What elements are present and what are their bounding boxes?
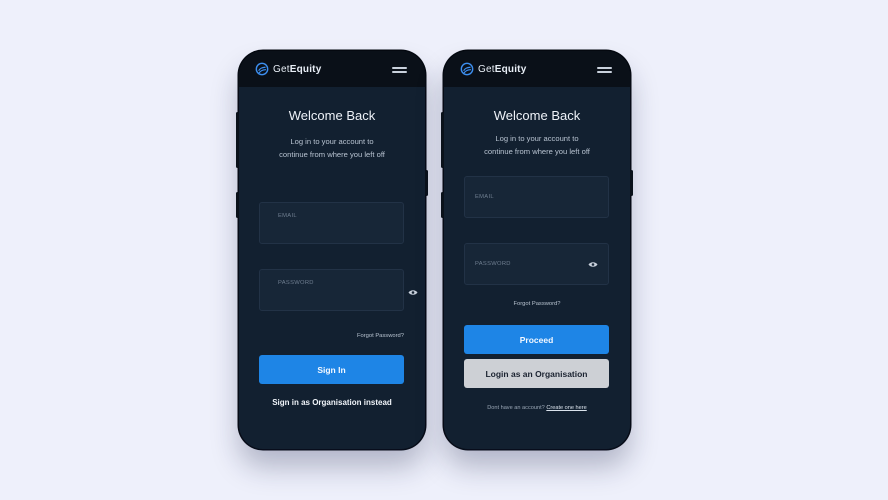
- create-account-link[interactable]: Create one here: [546, 405, 586, 411]
- password-label: PASSWORD: [278, 280, 314, 286]
- phone-side-button: [441, 192, 444, 218]
- password-input[interactable]: [276, 290, 383, 304]
- password-field[interactable]: PASSWORD: [464, 243, 609, 285]
- page-subtitle: Log in to your account to continue from …: [279, 137, 385, 159]
- password-input[interactable]: [481, 264, 588, 278]
- brand-logo[interactable]: GetEquity: [460, 62, 526, 76]
- app-header: GetEquity: [444, 51, 630, 87]
- phone-side-button: [630, 170, 633, 196]
- phone-mockup-left: GetEquity Welcome Back Log in to your ac…: [239, 51, 425, 449]
- forgot-password-link[interactable]: Forgot Password?: [357, 333, 404, 339]
- eye-icon[interactable]: [408, 289, 418, 296]
- logo-icon: [255, 62, 269, 76]
- email-input[interactable]: [276, 223, 383, 237]
- login-organisation-button[interactable]: Login as an Organisation: [464, 359, 609, 388]
- eye-icon[interactable]: [588, 261, 598, 268]
- forgot-password-link[interactable]: Forgot Password?: [444, 301, 630, 307]
- brand-name: GetEquity: [273, 63, 322, 75]
- page-subtitle: Log in to your account to continue from …: [484, 134, 590, 156]
- page-title: Welcome Back: [493, 108, 581, 123]
- phone-mockup-right: GetEquity Welcome Back Log in to your ac…: [444, 51, 630, 449]
- proceed-button[interactable]: Proceed: [464, 325, 609, 354]
- signup-prompt: Dont have an account? Create one here: [444, 405, 630, 411]
- phone-side-button: [441, 112, 444, 168]
- hamburger-menu-icon[interactable]: [392, 67, 407, 73]
- sign-in-button[interactable]: Sign In: [259, 355, 404, 384]
- phone-side-button: [425, 170, 428, 196]
- brand-name: GetEquity: [478, 63, 527, 75]
- app-header: GetEquity: [239, 51, 425, 87]
- phone-side-button: [236, 112, 239, 168]
- email-field[interactable]: EMAIL: [259, 202, 404, 244]
- page-title: Welcome Back: [288, 108, 376, 123]
- logo-icon: [460, 62, 474, 76]
- email-field[interactable]: EMAIL: [464, 176, 609, 218]
- email-label: EMAIL: [278, 213, 297, 219]
- email-input[interactable]: [481, 197, 588, 211]
- hamburger-menu-icon[interactable]: [597, 67, 612, 73]
- password-field[interactable]: PASSWORD: [259, 269, 404, 311]
- brand-logo[interactable]: GetEquity: [255, 62, 321, 76]
- phone-side-button: [236, 192, 239, 218]
- sign-in-organisation-link[interactable]: Sign in as Organisation instead: [239, 398, 425, 407]
- signup-text: Dont have an account?: [487, 405, 545, 411]
